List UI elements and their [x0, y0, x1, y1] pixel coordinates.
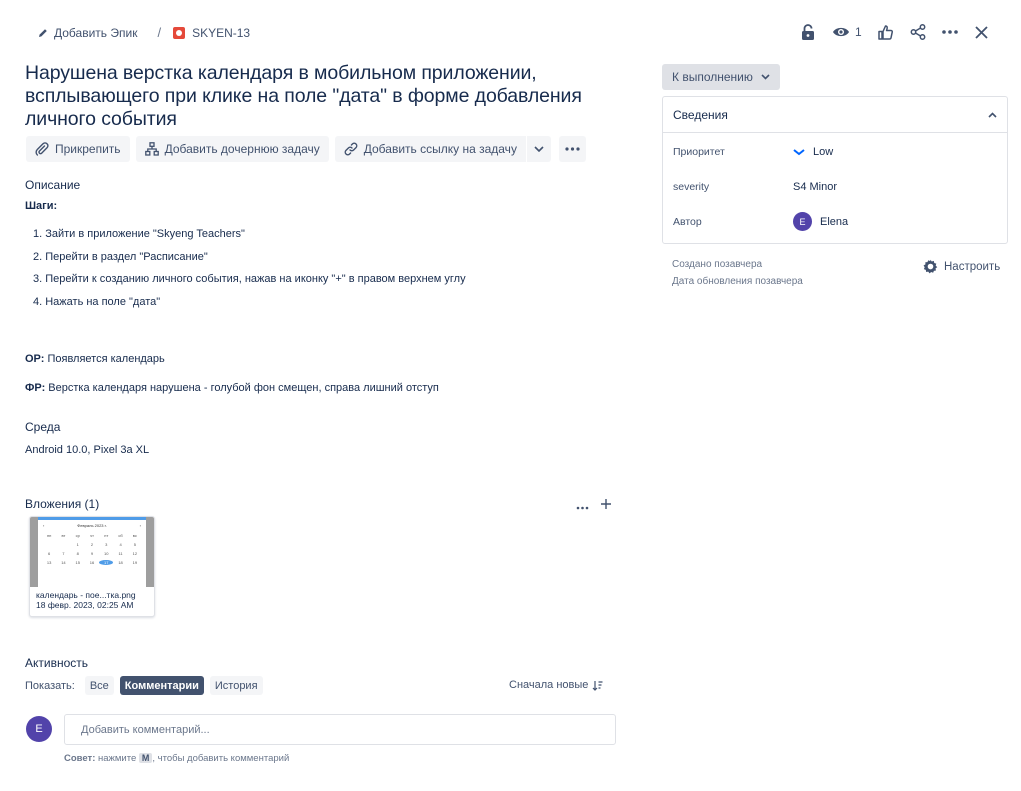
paperclip-icon — [35, 142, 49, 156]
add-attachment-button[interactable] — [600, 497, 612, 515]
watch-button[interactable]: 1 — [824, 16, 870, 48]
close-icon — [975, 25, 988, 39]
thumbs-up-icon — [878, 24, 894, 40]
comment-tip: Совет: нажмите M, чтобы добавить коммент… — [64, 753, 290, 764]
add-epic-link[interactable]: Добавить Эпик — [37, 26, 137, 40]
attach-button[interactable]: Прикрепить — [26, 136, 130, 162]
field-author: Автор E Elena — [663, 204, 1007, 239]
list-item: 4. Нажать на поле "дата" — [33, 295, 161, 308]
attachment-thumbnail: ‹ Февраль 2023 г. › пн вт ср чт пт сб вс 1 2 3 4 5 6 7 8… — [30, 517, 154, 587]
like-button[interactable] — [870, 16, 902, 48]
more-actions-button[interactable] — [934, 16, 966, 48]
gear-icon — [923, 259, 938, 274]
pencil-icon — [39, 28, 47, 37]
avatar: E — [26, 716, 52, 742]
breadcrumb-separator: / — [157, 25, 162, 40]
priority-low-icon — [793, 148, 805, 155]
status-dropdown[interactable]: К выполнению — [662, 64, 780, 90]
watch-count: 1 — [855, 25, 862, 39]
steps-list: 1. Зайти в приложение "Skyeng Teachers" … — [33, 228, 466, 318]
author-value[interactable]: E Elena — [793, 212, 848, 231]
sort-button[interactable]: Сначала новые — [509, 679, 603, 691]
add-child-issue-button[interactable]: Добавить дочернюю задачу — [135, 136, 329, 162]
more-icon — [565, 147, 580, 151]
actual-result: ФР: Верстка календаря нарушена - голубой… — [25, 382, 439, 394]
toolbar-more-button[interactable] — [558, 136, 586, 162]
breadcrumb: Добавить Эпик / SKYEN-13 — [37, 25, 250, 40]
chevron-down-icon — [534, 146, 544, 152]
shortcut-key: M — [138, 753, 153, 763]
priority-value[interactable]: Low — [793, 146, 833, 158]
bug-icon — [173, 26, 186, 39]
avatar: E — [793, 212, 812, 231]
attachment-date: 18 февр. 2023, 02:25 AM — [36, 600, 134, 610]
list-item: 3. Перейти к созданию личного события, н… — [33, 273, 466, 285]
details-header[interactable]: Сведения — [663, 97, 1007, 133]
issue-key-link[interactable]: SKYEN-13 — [173, 26, 250, 40]
chevron-up-icon — [988, 111, 997, 118]
lock-button[interactable] — [792, 16, 824, 48]
filter-all[interactable]: Все — [84, 676, 114, 695]
updated-date: Дата обновления позавчера — [672, 276, 803, 287]
environment-label: Среда — [25, 420, 61, 434]
configure-button[interactable]: Настроить — [923, 259, 1000, 274]
severity-value[interactable]: S4 Minor — [793, 181, 837, 193]
activity-filters: Показать: Все Комментарии История — [25, 676, 263, 695]
activity-label: Активность — [25, 656, 89, 670]
link-dropdown-button[interactable] — [526, 136, 551, 162]
attachments-more-button[interactable] — [576, 497, 589, 515]
plus-icon — [601, 499, 611, 509]
filter-history[interactable]: История — [209, 676, 263, 695]
more-icon — [941, 30, 958, 34]
header-actions: 1 — [792, 16, 998, 48]
comment-input[interactable]: Добавить комментарий... — [64, 714, 616, 745]
expected-result: ОР: Появляется календарь — [25, 353, 165, 365]
show-label: Показать: — [25, 679, 75, 692]
attachment-caption: календарь - пое...тка.png 18 февр. 2023,… — [30, 587, 154, 613]
description-label: Описание — [25, 178, 81, 192]
share-button[interactable] — [902, 16, 934, 48]
eye-icon — [833, 27, 849, 37]
sort-icon — [592, 680, 603, 691]
list-item: 1. Зайти в приложение "Skyeng Teachers" — [33, 228, 245, 240]
steps-heading: Шаги: — [25, 200, 58, 212]
attachments-label: Вложения (1) — [25, 497, 100, 511]
field-severity: severity S4 Minor — [673, 180, 838, 193]
attachment-card[interactable]: ‹ Февраль 2023 г. › пн вт ср чт пт сб вс 1 2 3 4 5 6 7 8… — [29, 516, 155, 617]
list-item: 2. Перейти в раздел "Расписание" — [33, 250, 208, 263]
share-icon — [910, 24, 926, 40]
add-link-button[interactable]: Добавить ссылку на задачу — [334, 136, 526, 162]
link-icon — [344, 142, 358, 156]
attachment-name: календарь - пое...тка.png — [36, 590, 136, 600]
issue-title[interactable]: Нарушена верстка календаря в мобильном п… — [25, 62, 625, 131]
calendar-preview: ‹ Февраль 2023 г. › пн вт ср чт пт сб вс 1 2 3 4 5 6 7 8… — [38, 517, 146, 587]
close-button[interactable] — [966, 16, 998, 48]
chevron-down-icon — [761, 74, 770, 80]
lock-icon — [802, 24, 814, 40]
environment-value[interactable]: Android 10.0, Pixel 3a XL — [25, 444, 149, 456]
more-icon — [576, 506, 589, 510]
created-date: Создано позавчера — [672, 259, 763, 270]
issue-meta: Создано позавчера Дата обновления позавч… — [672, 256, 803, 290]
issue-toolbar: Прикрепить Добавить дочернюю задачу Доба… — [26, 136, 586, 162]
hierarchy-icon — [144, 142, 159, 156]
filter-comments[interactable]: Комментарии — [119, 676, 204, 695]
field-priority: Приоритет Low — [673, 145, 834, 158]
details-panel: Сведения Приоритет Low severity S4 Minor… — [662, 96, 1008, 244]
